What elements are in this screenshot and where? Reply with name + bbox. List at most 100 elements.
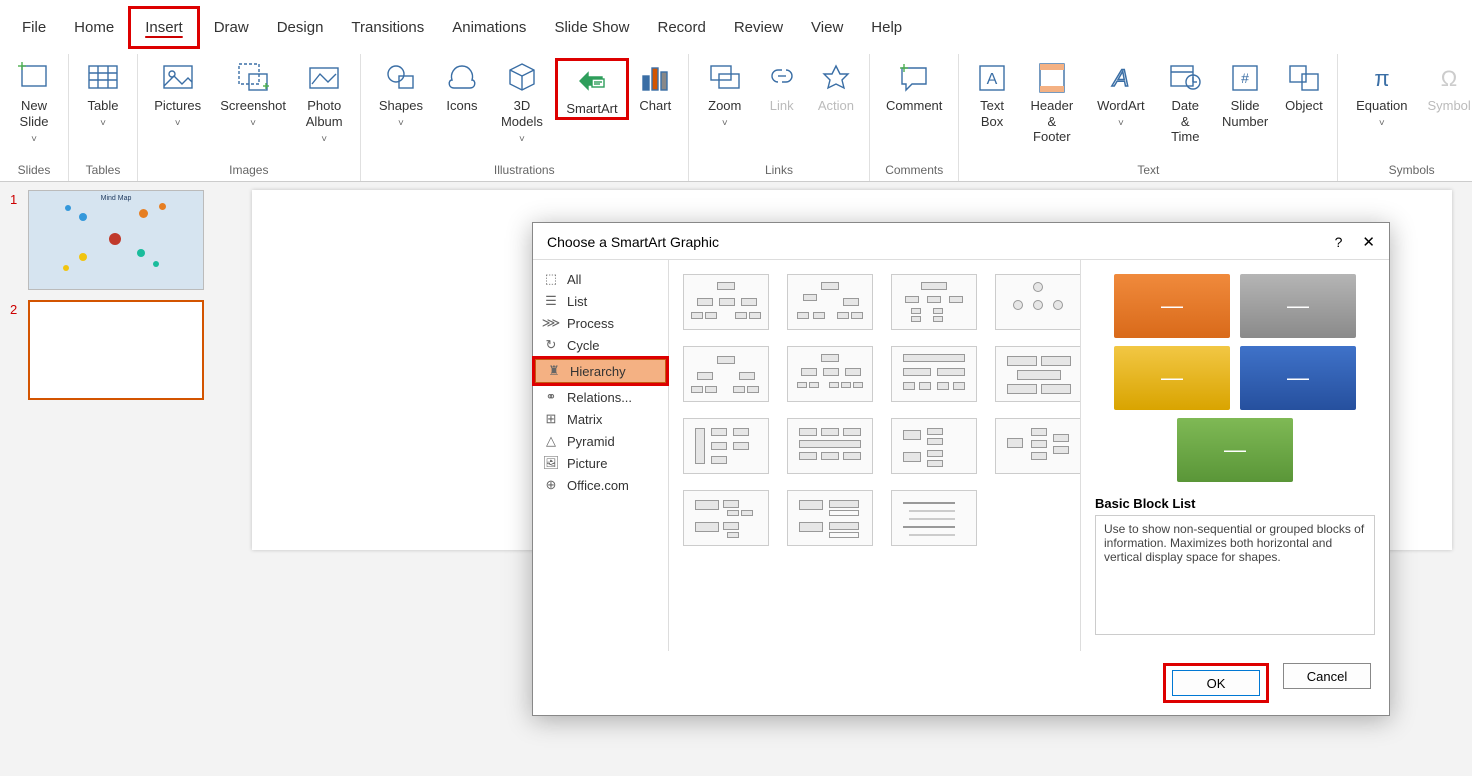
headerfooter-icon (1034, 60, 1070, 96)
tab-home[interactable]: Home (60, 9, 128, 46)
group-symbols-label: Symbols (1389, 161, 1435, 177)
comment-button[interactable]: Comment (876, 58, 952, 114)
slide-thumb-row[interactable]: 1 Mind Map (10, 190, 222, 290)
preview-graphic: — — — — — (1095, 274, 1375, 482)
group-text-label: Text (1137, 161, 1159, 177)
gallery-item[interactable] (683, 346, 769, 402)
smartart-gallery[interactable] (669, 260, 1081, 651)
preview-block: — (1240, 274, 1356, 338)
preview-block: — (1114, 346, 1230, 410)
preview-pane: — — — — — Basic Block List Use to show n… (1081, 260, 1389, 651)
table-button[interactable]: Table (75, 58, 131, 130)
new-slide-button[interactable]: NewSlide (6, 58, 62, 146)
textbox-label: TextBox (980, 98, 1004, 129)
equation-button[interactable]: π Equation (1344, 58, 1419, 130)
group-slides: NewSlide Slides (0, 54, 69, 181)
gallery-item[interactable] (787, 418, 873, 474)
slide-thumb-row[interactable]: 2 (10, 300, 222, 400)
tab-file[interactable]: File (8, 9, 60, 46)
3d-models-button[interactable]: 3DModels (489, 58, 556, 146)
gallery-item[interactable] (787, 346, 873, 402)
icons-label: Icons (446, 98, 477, 114)
ok-button[interactable]: OK (1172, 670, 1260, 696)
zoom-button[interactable]: Zoom (695, 58, 755, 130)
wordart-button[interactable]: A WordArt (1085, 58, 1157, 130)
gallery-item[interactable] (787, 490, 873, 546)
pictures-button[interactable]: Pictures (144, 58, 211, 130)
slide-thumb-2[interactable] (28, 300, 204, 400)
headerfooter-button[interactable]: Header& Footer (1019, 58, 1085, 145)
gallery-item[interactable] (683, 490, 769, 546)
object-icon (1286, 60, 1322, 96)
screenshot-button[interactable]: Screenshot (211, 58, 294, 130)
tab-draw[interactable]: Draw (200, 9, 263, 46)
tab-slideshow[interactable]: Slide Show (540, 9, 643, 46)
object-label: Object (1285, 98, 1323, 114)
shapes-button[interactable]: Shapes (367, 58, 436, 130)
slidenum-label: SlideNumber (1222, 98, 1268, 129)
link-button: Link (755, 58, 809, 114)
smartart-button[interactable]: SmartArt (555, 58, 628, 120)
chart-button[interactable]: Chart (629, 58, 682, 114)
tab-record[interactable]: Record (643, 9, 719, 46)
gallery-item[interactable] (891, 274, 977, 330)
tab-review[interactable]: Review (720, 9, 797, 46)
gallery-item[interactable] (995, 274, 1081, 330)
dialog-close-button[interactable]: ✕ (1362, 233, 1375, 251)
gallery-item[interactable] (995, 418, 1081, 474)
symbol-icon: Ω (1431, 60, 1467, 96)
slide-thumb-1[interactable]: Mind Map (28, 190, 204, 290)
cat-list[interactable]: ☰List (533, 290, 668, 312)
cube-icon (504, 60, 540, 96)
tab-insert[interactable]: Insert (128, 6, 200, 49)
datetime-button[interactable]: Date &Time (1157, 58, 1214, 145)
gallery-item[interactable] (891, 490, 977, 546)
new-slide-icon (16, 60, 52, 96)
group-symbols: π Equation Ω Symbol Symbols (1338, 54, 1472, 181)
cat-relationship[interactable]: ⚭Relations... (533, 386, 668, 408)
cat-picture[interactable]: 🖼Picture (533, 452, 668, 474)
zoom-icon (707, 60, 743, 96)
table-label: Table (85, 98, 121, 130)
svg-text:A: A (987, 71, 998, 88)
gallery-item[interactable] (995, 346, 1081, 402)
icons-icon (444, 60, 480, 96)
tab-design[interactable]: Design (263, 9, 338, 46)
cat-office[interactable]: ⊕Office.com (533, 474, 668, 496)
cat-matrix[interactable]: ⊞Matrix (533, 408, 668, 430)
new-slide-label: NewSlide (16, 98, 52, 146)
screenshot-label: Screenshot (220, 98, 286, 130)
textbox-icon: A (974, 60, 1010, 96)
slide-number: 1 (10, 190, 28, 207)
tab-help[interactable]: Help (857, 9, 916, 46)
photo-album-button[interactable]: PhotoAlbum (295, 58, 354, 146)
dialog-help-button[interactable]: ? (1335, 234, 1343, 250)
gallery-item[interactable] (891, 346, 977, 402)
shapes-label: Shapes (377, 98, 426, 130)
tab-animations[interactable]: Animations (438, 9, 540, 46)
cat-cycle[interactable]: ↻Cycle (533, 334, 668, 356)
icons-button[interactable]: Icons (435, 58, 488, 114)
cat-process[interactable]: ⋙Process (533, 312, 668, 334)
tab-transitions[interactable]: Transitions (337, 9, 438, 46)
cancel-button[interactable]: Cancel (1283, 663, 1371, 689)
gallery-item[interactable] (891, 418, 977, 474)
matrix-icon: ⊞ (543, 411, 559, 427)
action-button: Action (809, 58, 863, 114)
gallery-item[interactable] (683, 418, 769, 474)
cat-pyramid[interactable]: △Pyramid (533, 430, 668, 452)
cat-hierarchy[interactable]: ♜Hierarchy (535, 359, 666, 383)
slidenum-button[interactable]: # SlideNumber (1214, 58, 1277, 129)
textbox-button[interactable]: A TextBox (965, 58, 1018, 129)
group-images-label: Images (229, 161, 268, 177)
datetime-icon (1167, 60, 1203, 96)
object-button[interactable]: Object (1277, 58, 1332, 114)
preview-block: — (1114, 274, 1230, 338)
gallery-item[interactable] (787, 274, 873, 330)
dialog-footer: OK Cancel (533, 651, 1389, 715)
gallery-item[interactable] (683, 274, 769, 330)
comment-label: Comment (886, 98, 942, 114)
svg-text:#: # (1241, 70, 1249, 86)
tab-view[interactable]: View (797, 9, 857, 46)
cat-all[interactable]: ⬚All (533, 268, 668, 290)
